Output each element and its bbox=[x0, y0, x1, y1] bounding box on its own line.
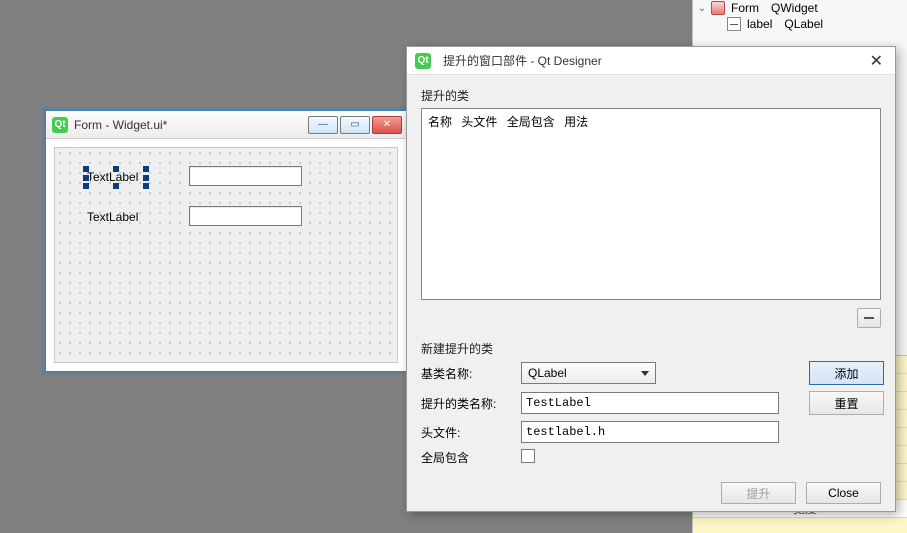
resize-handle[interactable] bbox=[113, 166, 119, 172]
widget-icon bbox=[711, 1, 725, 15]
tree-expand-icon[interactable]: ⌄ bbox=[697, 3, 707, 14]
close-icon[interactable]: ✕ bbox=[866, 51, 887, 71]
object-class: QWidget bbox=[771, 1, 818, 15]
resize-handle[interactable] bbox=[143, 175, 149, 181]
tree-row-root[interactable]: ⌄ Form QWidget bbox=[693, 0, 907, 16]
maximize-button[interactable]: ▭ bbox=[340, 116, 370, 134]
label-text: TextLabel bbox=[87, 170, 138, 184]
minus-icon bbox=[864, 317, 874, 319]
add-button[interactable]: 添加 bbox=[809, 361, 884, 385]
close-button[interactable]: ✕ bbox=[372, 116, 402, 134]
qt-logo-icon: Qt bbox=[52, 117, 68, 133]
lineedit-widget[interactable] bbox=[189, 206, 302, 226]
new-promoted-label: 新建提升的类 bbox=[421, 340, 881, 357]
promoted-classes-table[interactable]: 名称 头文件 全局包含 用法 bbox=[421, 108, 881, 300]
close-button[interactable]: Close bbox=[806, 482, 881, 504]
resize-handle[interactable] bbox=[83, 175, 89, 181]
dialog-footer: 提升 Close bbox=[407, 475, 895, 511]
label-widget[interactable]: TextLabel bbox=[87, 210, 138, 225]
qt-logo-icon: Qt bbox=[415, 53, 431, 69]
minimize-button[interactable]: — bbox=[308, 116, 338, 134]
resize-handle[interactable] bbox=[83, 166, 89, 172]
label-text: TextLabel bbox=[87, 210, 138, 224]
promoted-classes-label: 提升的类 bbox=[421, 87, 881, 104]
reset-button[interactable]: 重置 bbox=[809, 391, 884, 415]
promoted-class-name-input[interactable] bbox=[521, 392, 779, 414]
resize-handle[interactable] bbox=[143, 166, 149, 172]
header-file-label: 头文件: bbox=[421, 424, 513, 441]
dialog-title: 提升的窗口部件 - Qt Designer bbox=[443, 52, 602, 69]
col-global[interactable]: 全局包含 bbox=[507, 115, 555, 129]
col-name[interactable]: 名称 bbox=[428, 115, 452, 129]
resize-handle[interactable] bbox=[143, 183, 149, 189]
global-include-label: 全局包含 bbox=[421, 449, 513, 466]
form-titlebar[interactable]: Qt Form - Widget.ui* — ▭ ✕ bbox=[46, 111, 406, 139]
base-class-value: QLabel bbox=[528, 366, 567, 380]
object-class: QLabel bbox=[784, 17, 823, 31]
col-header[interactable]: 头文件 bbox=[461, 115, 497, 129]
base-class-label: 基类名称: bbox=[421, 365, 513, 382]
promote-button[interactable]: 提升 bbox=[721, 482, 796, 504]
form-title: Form - Widget.ui* bbox=[74, 118, 167, 132]
object-name: label bbox=[747, 17, 772, 31]
table-headers: 名称 头文件 全局包含 用法 bbox=[428, 113, 874, 130]
promoted-class-name-label: 提升的类名称: bbox=[421, 395, 513, 412]
lineedit-widget[interactable] bbox=[189, 166, 302, 186]
global-include-checkbox[interactable] bbox=[521, 449, 535, 463]
resize-handle[interactable] bbox=[83, 183, 89, 189]
remove-button[interactable] bbox=[857, 308, 881, 328]
header-file-input[interactable] bbox=[521, 421, 779, 443]
col-usage[interactable]: 用法 bbox=[564, 115, 588, 129]
tree-row-child[interactable]: label QLabel bbox=[693, 16, 907, 32]
promote-dialog: Qt 提升的窗口部件 - Qt Designer ✕ 提升的类 名称 头文件 全… bbox=[406, 46, 896, 512]
resize-handle[interactable] bbox=[113, 183, 119, 189]
label-icon bbox=[727, 17, 741, 31]
object-name: Form bbox=[731, 1, 759, 15]
selected-label-widget[interactable]: TextLabel bbox=[87, 170, 145, 185]
form-window: Qt Form - Widget.ui* — ▭ ✕ TextLabel Tex… bbox=[45, 110, 407, 372]
form-canvas[interactable]: TextLabel TextLabel bbox=[54, 147, 398, 363]
dialog-titlebar[interactable]: Qt 提升的窗口部件 - Qt Designer ✕ bbox=[407, 47, 895, 75]
base-class-combo[interactable]: QLabel bbox=[521, 362, 656, 384]
